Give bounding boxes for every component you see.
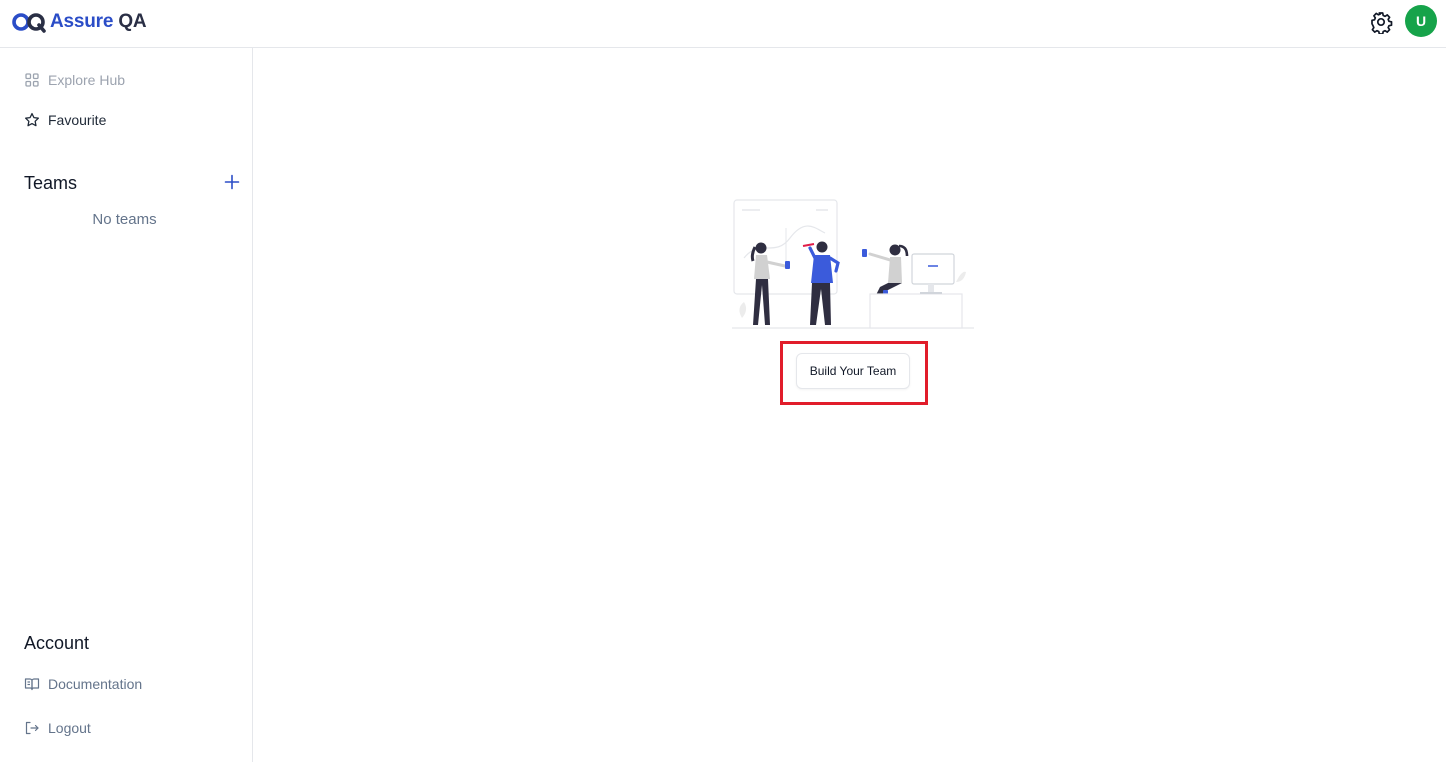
sidebar-item-label: Favourite [48, 112, 107, 128]
app-logo[interactable]: Assure QA [12, 8, 147, 36]
star-icon [25, 112, 39, 127]
build-your-team-button[interactable]: Build Your Team [796, 353, 910, 389]
no-teams-message: No teams [92, 211, 157, 228]
sidebar-item-logout[interactable]: Logout [24, 716, 91, 740]
plus-icon [224, 174, 240, 190]
add-team-button[interactable] [222, 172, 242, 192]
sidebar-item-label: Explore Hub [48, 72, 126, 88]
logout-icon [25, 721, 39, 735]
user-avatar[interactable]: U [1405, 5, 1437, 37]
gear-icon [1371, 12, 1393, 35]
teams-heading: Teams [24, 173, 78, 193]
sidebar-item-label: Logout [48, 720, 91, 736]
book-icon [24, 678, 40, 691]
settings-button[interactable] [1369, 10, 1393, 35]
app-title: Assure QA [50, 11, 147, 32]
account-heading: Account [24, 633, 90, 653]
top-bar: Assure QA U [0, 0, 1446, 48]
sidebar-item-favourite[interactable]: Favourite [24, 108, 106, 132]
sidebar: Explore Hub Favourite Teams No teams Acc… [0, 48, 253, 762]
team-illustration [732, 199, 974, 329]
grid-icon [25, 73, 39, 87]
sidebar-item-explore-hub[interactable]: Explore Hub [24, 68, 125, 92]
assure-qa-logo-icon [12, 13, 46, 33]
sidebar-item-documentation[interactable]: Documentation [24, 672, 142, 696]
sidebar-item-label: Documentation [48, 676, 143, 692]
